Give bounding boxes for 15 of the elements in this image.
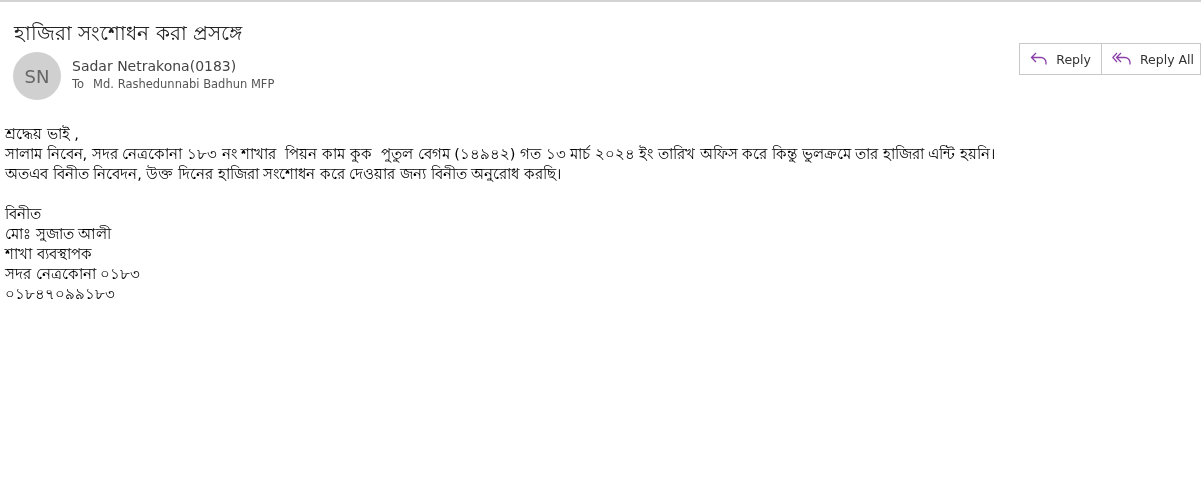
to-label: To: [72, 77, 85, 91]
body-text: ০১৮৪৭০৯৯১৮৩: [5, 285, 115, 304]
reply-icon: [1030, 51, 1049, 67]
body-text: সদর নেত্রকোনা ০১৮৩: [5, 265, 141, 284]
body-text: অতএব বিনীত নিবেদন, উক্ত দিনের হাজিরা সংশোধন করে দেওয়ার জন্য বিনীত অনুরোধ করছি।: [5, 164, 561, 184]
body-text: বিনীত: [5, 204, 41, 224]
reply-all-icon: [1111, 51, 1132, 67]
body-text: মোঃ সুজাত আলী: [5, 224, 112, 244]
email-subject: হাজিরা সংশোধন করা প্রসঙ্গে: [14, 20, 243, 47]
body-text: সালাম নিবেন, সদর নেত্রকোনা ১৮৩ নং শাখার পিয়ন কাম কুক পুতুল বেগম (১৪৯৪২) গত ১৩ মার্চ ২০২৪ ইং তারিখ অফিস করে কিন্তু ভুলক্রমে তার হাজিরা এন্টি হয়নি।: [5, 144, 995, 164]
sender-avatar: SN: [13, 52, 61, 100]
body-text: শ্রদ্ধেয় ভাই ,: [5, 124, 79, 144]
body-text: শাখা ব্যবস্থাপক: [5, 245, 92, 264]
recipient-name: Md. Rashedunnabi Badhun MFP: [93, 77, 275, 91]
sender-name: Sadar Netrakona(0183): [72, 58, 238, 74]
